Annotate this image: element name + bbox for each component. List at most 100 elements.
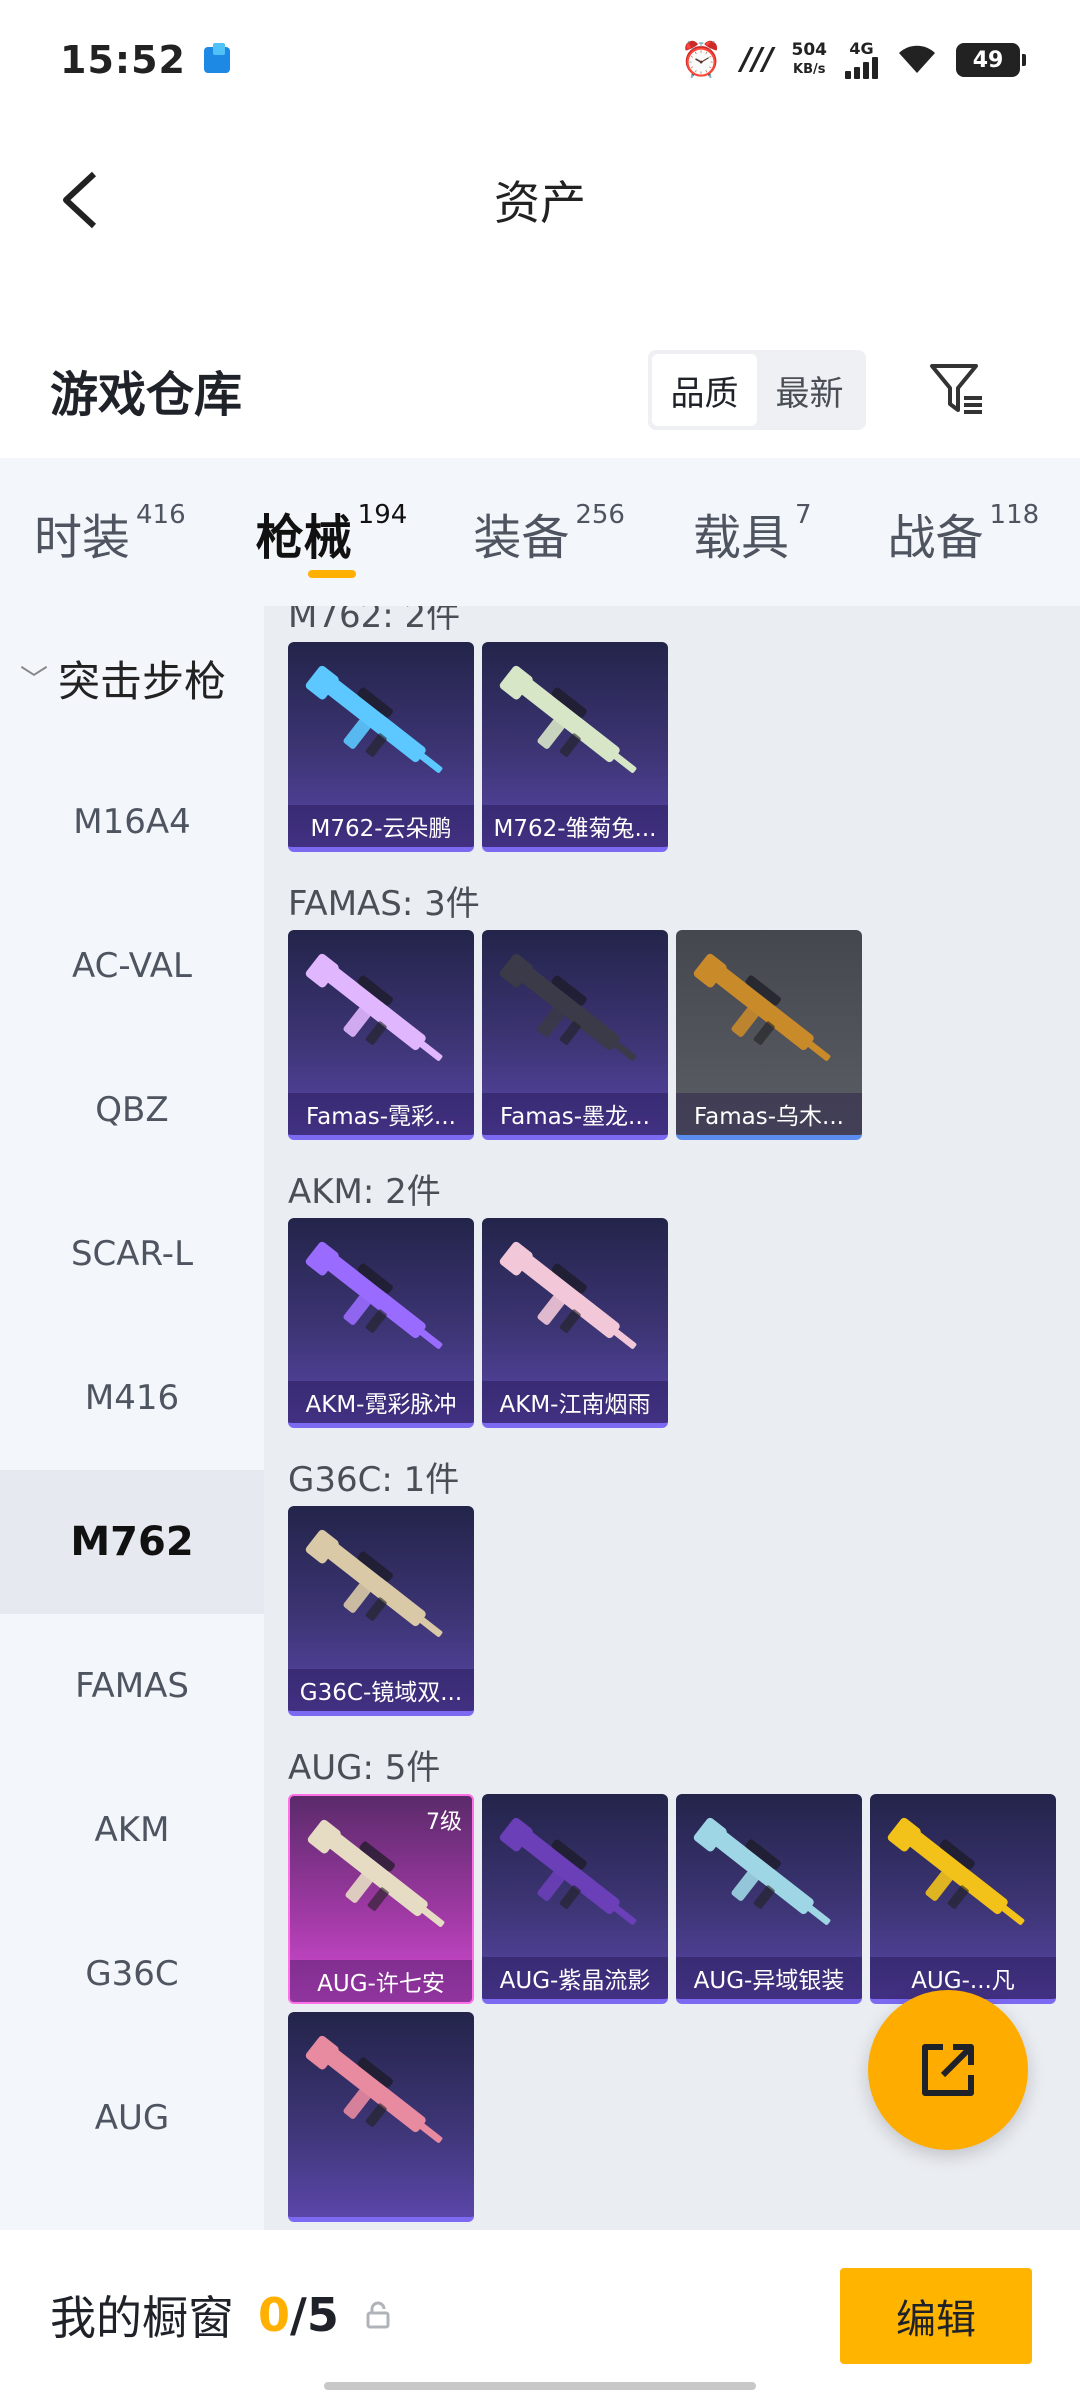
weapon-skin-image <box>690 1808 848 1948</box>
skin-card[interactable]: G36C-镜域双... <box>288 1506 474 1716</box>
skin-card[interactable]: M762-雏菊兔... <box>482 642 668 852</box>
home-indicator[interactable] <box>324 2382 756 2390</box>
skin-card-row: G36C-镜域双... <box>288 1506 1068 1716</box>
skin-group: G36C: 1件 G36C-镜域双... <box>288 1446 1080 1716</box>
tab-count: 256 <box>575 500 625 530</box>
page-title: 资产 <box>494 176 586 230</box>
showcase-title: 我的橱窗 <box>50 2291 234 2345</box>
skin-card[interactable]: AUG-紫晶流影 <box>482 1794 668 2004</box>
tab-label: 装备 <box>473 510 570 566</box>
tab-fashion[interactable]: 时装 416 <box>34 458 186 606</box>
tab-label: 枪械 <box>255 510 352 566</box>
weapon-skin-image <box>496 1232 654 1372</box>
weapon-skin-image <box>496 1808 654 1948</box>
cellular-indicator: 4G <box>845 41 878 79</box>
signal-icon: /// <box>740 42 774 77</box>
sidebar-item-famas[interactable]: FAMAS <box>0 1614 264 1758</box>
sidebar-item-m762[interactable]: M762 <box>0 1470 264 1614</box>
sort-newest-button[interactable]: 最新 <box>757 354 862 426</box>
content-area: ﹀ 突击步枪 M16A4 AC-VAL QBZ SCAR-L M416 M762… <box>0 606 1080 2230</box>
skin-card-row: AKM-霓彩脉冲 AKM-江南烟雨 <box>288 1218 1068 1428</box>
weapon-skin-image <box>496 944 654 1084</box>
sidebar-item-ac-val[interactable]: AC-VAL <box>0 894 264 1038</box>
skin-name: Famas-墨龙... <box>482 1093 668 1135</box>
tab-label: 时装 <box>34 510 131 566</box>
skin-name: AKM-霓彩脉冲 <box>288 1381 474 1423</box>
share-external-icon <box>922 2044 974 2096</box>
skin-name: AUG-许七安 <box>290 1960 472 2002</box>
sidebar-item-g36c[interactable]: G36C <box>0 1902 264 2046</box>
tab-equipment[interactable]: 装备 256 <box>473 458 625 606</box>
weapon-skin-image <box>690 944 848 1084</box>
tab-vehicles[interactable]: 载具 7 <box>693 458 812 606</box>
network-speed-value: 504 <box>791 40 828 60</box>
skin-name: Famas-霓彩... <box>288 1093 474 1135</box>
tab-count: 7 <box>794 500 812 530</box>
skin-card[interactable]: AUG-...凡 <box>870 1794 1056 2004</box>
skin-card[interactable]: Famas-霓彩... <box>288 930 474 1140</box>
tab-supplies[interactable]: 战备 118 <box>888 458 1040 606</box>
active-tab-indicator <box>307 570 356 578</box>
sidebar-group-label: 突击步枪 <box>58 656 227 706</box>
skin-group-title: AUG: 5件 <box>288 1747 441 1788</box>
skin-name: M762-云朵鹏 <box>288 805 474 847</box>
sidebar-item-aug[interactable]: AUG <box>0 2046 264 2190</box>
skin-name: M762-雏菊兔... <box>482 805 668 847</box>
weapon-skin-image <box>302 944 460 1084</box>
category-tabs: 时装 416 枪械 194 装备 256 载具 7 战备 118 <box>0 458 1080 606</box>
showcase-count: 0/5 <box>258 2288 339 2342</box>
weapon-skin-image <box>302 1232 460 1372</box>
skin-group: AKM: 2件 AKM-霓彩脉冲 AKM-江南烟雨 <box>288 1158 1080 1428</box>
battery-icon: 49 <box>956 43 1026 77</box>
sidebar-item-m416[interactable]: M416 <box>0 1326 264 1470</box>
skin-name: AUG-异域银装 <box>676 1957 862 1999</box>
wifi-icon <box>896 41 938 79</box>
weapon-skin-image <box>302 1520 460 1660</box>
skin-card[interactable] <box>288 2012 474 2222</box>
showcase-max: 5 <box>306 2288 339 2342</box>
top-nav: 资产 <box>0 120 1080 280</box>
skin-card[interactable]: AKM-江南烟雨 <box>482 1218 668 1428</box>
skin-name: AUG-紫晶流影 <box>482 1957 668 1999</box>
sidebar-group-assault-rifles[interactable]: ﹀ 突击步枪 <box>0 606 264 750</box>
edit-button[interactable]: 编辑 <box>840 2268 1032 2364</box>
skin-name: Famas-乌木... <box>676 1093 862 1135</box>
tab-count: 194 <box>357 500 408 530</box>
weapon-skin-image <box>496 656 654 796</box>
network-speed-unit: KB/s <box>793 62 826 77</box>
skin-card[interactable]: M762-云朵鹏 <box>288 642 474 852</box>
tab-weapons[interactable]: 枪械 194 <box>255 458 408 606</box>
app-notification-icon <box>203 43 230 73</box>
filter-button[interactable] <box>920 352 992 424</box>
share-button[interactable] <box>868 1990 1028 2150</box>
sort-quality-button[interactable]: 品质 <box>652 354 757 426</box>
weapon-skin-image <box>884 1808 1042 1948</box>
weapon-skin-list: M762: 2件 M762-云朵鹏 M762-雏菊兔... FAMAS: 3件 Fama… <box>264 606 1080 2230</box>
sidebar-item-akm[interactable]: AKM <box>0 1758 264 1902</box>
chevron-down-icon: ﹀ <box>20 663 49 696</box>
warehouse-title: 游戏仓库 <box>50 367 243 423</box>
skin-card[interactable]: 7级 AUG-许七安 <box>288 1794 474 2004</box>
sidebar-item-m16a4[interactable]: M16A4 <box>0 750 264 894</box>
skin-card[interactable]: AKM-霓彩脉冲 <box>288 1218 474 1428</box>
skin-card[interactable]: Famas-墨龙... <box>482 930 668 1140</box>
back-button[interactable] <box>40 160 120 240</box>
cell-bars-icon <box>845 57 878 79</box>
skin-group: M762: 2件 M762-云朵鹏 M762-雏菊兔... <box>288 606 1080 852</box>
sidebar-item-qbz[interactable]: QBZ <box>0 1038 264 1182</box>
skin-card-row: M762-云朵鹏 M762-雏菊兔... <box>288 642 1068 852</box>
skin-card-row: Famas-霓彩... Famas-墨龙... Famas-乌木... <box>288 930 1068 1140</box>
alarm-icon: ⏰ <box>680 40 723 80</box>
status-time: 15:52 <box>60 38 186 82</box>
skin-card[interactable]: Famas-乌木... <box>676 930 862 1140</box>
skin-name: G36C-镜域双... <box>288 1669 474 1711</box>
network-speed: 504 KB/s <box>792 41 828 79</box>
sidebar-item-scar-l[interactable]: SCAR-L <box>0 1182 264 1326</box>
skin-group-title: G36C: 1件 <box>288 1459 460 1500</box>
skin-level-badge: 7级 <box>426 1810 462 1835</box>
skin-card[interactable]: AUG-异域银装 <box>676 1794 862 2004</box>
warehouse-header: 游戏仓库 品质 最新 <box>0 320 1080 460</box>
showcase-current: 0 <box>258 2288 291 2342</box>
filter-icon <box>930 364 982 414</box>
weapon-skin-image <box>302 2026 460 2166</box>
